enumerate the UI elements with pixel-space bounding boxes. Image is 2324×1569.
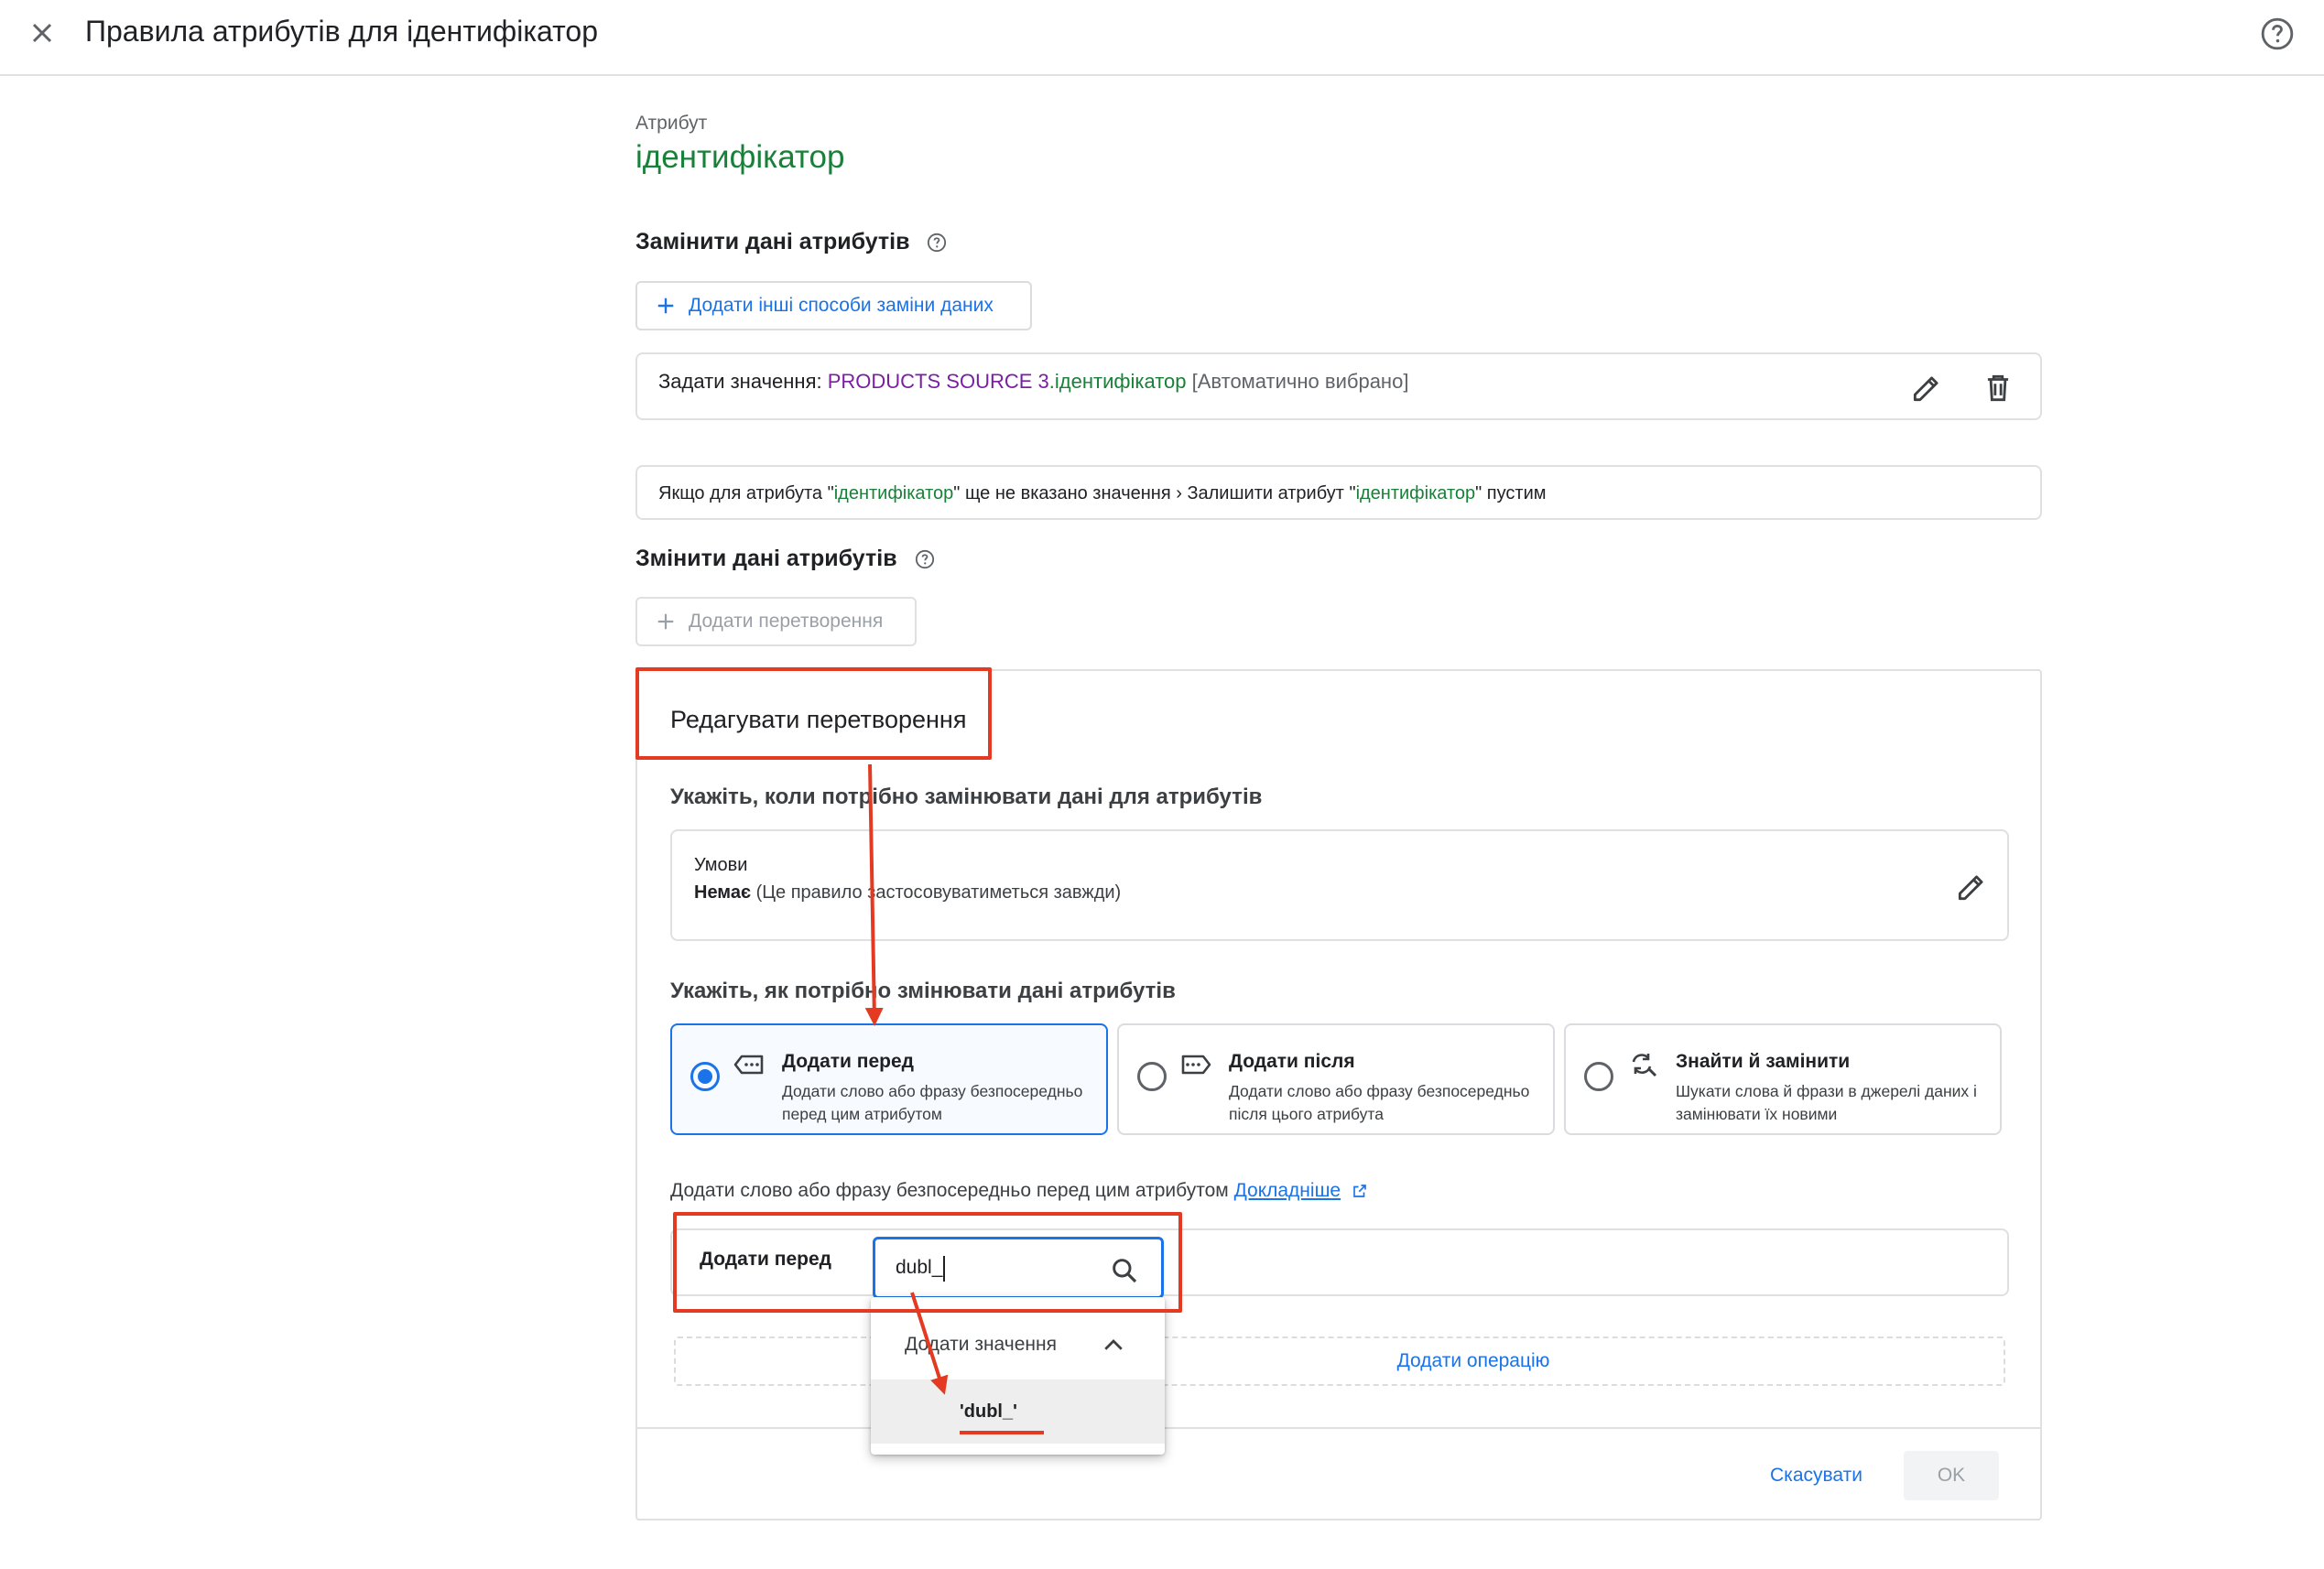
annotation-box-input	[673, 1212, 1182, 1313]
footer-divider	[637, 1427, 2040, 1429]
conditions-value-bold: Немає	[694, 882, 752, 903]
option-add-after-desc: Додати слово або фразу безпосередньо піс…	[1229, 1082, 1530, 1123]
fallback-p1: Якщо для атрибута "	[658, 483, 834, 503]
conditions-value-rest: (Це правило застосовуватиметься завжди)	[751, 882, 1122, 903]
edit-conditions-pencil-icon[interactable]	[1954, 870, 1989, 904]
help-icon[interactable]	[2260, 16, 2295, 51]
ok-label: OK	[1937, 1465, 1966, 1486]
dropdown-item[interactable]: 'dubl_'	[871, 1380, 1165, 1444]
external-link-icon[interactable]	[1352, 1183, 1368, 1199]
fallback-rule-text: Якщо для атрибута "ідентифікатор" ще не …	[658, 483, 1546, 504]
fallback-p3: " пустим	[1475, 483, 1547, 503]
ok-button[interactable]: OK	[1904, 1451, 1999, 1500]
tag-left-icon	[733, 1055, 764, 1075]
radio-find-replace[interactable]	[1584, 1062, 1613, 1091]
option-add-after-title: Додати після	[1229, 1051, 1355, 1072]
add-replace-method-label: Додати інші способи заміни даних	[689, 295, 994, 316]
conditions-value: Немає (Це правило застосовуватиметься за…	[694, 882, 1121, 904]
rule-field: ідентифікатор	[1054, 370, 1187, 393]
option-find-replace[interactable]: Знайти й замінити Шукати слова й фрази в…	[1564, 1023, 2002, 1135]
cancel-button[interactable]: Скасувати	[1770, 1465, 1862, 1487]
replace-section-title: Замінити дані атрибутів	[635, 229, 947, 255]
rule-suffix: [Автоматично вибрано]	[1186, 370, 1409, 393]
option-add-before-title: Додати перед	[782, 1051, 915, 1072]
add-replace-method-button[interactable]: Додати інші способи заміни даних	[635, 281, 1032, 330]
plus-icon	[657, 613, 674, 630]
fallback-attr2: ідентифікатор	[1355, 483, 1476, 503]
fallback-rule-card: Якщо для атрибута "ідентифікатор" ще не …	[635, 465, 2042, 520]
edit-transformation-panel: Редагувати перетворення Укажіть, коли по…	[635, 669, 2042, 1520]
replace-section-title-text: Замінити дані атрибутів	[635, 229, 910, 254]
delete-trash-icon[interactable]	[1981, 371, 2015, 406]
info-icon[interactable]	[915, 549, 935, 569]
conditions-label: Умови	[694, 855, 748, 875]
conditions-card[interactable]: Умови Немає (Це правило застосовуватимет…	[670, 829, 2009, 941]
replace-rule-text: Задати значення: PRODUCTS SOURCE 3.ідент…	[658, 370, 1408, 394]
hint-text: Додати слово або фразу безпосередньо пер…	[670, 1180, 1234, 1201]
learn-more-link[interactable]: Докладніше	[1234, 1180, 1341, 1201]
info-icon[interactable]	[927, 233, 947, 253]
add-operation-label: Додати операцію	[1396, 1350, 1550, 1371]
option-add-after[interactable]: Додати після Додати слово або фразу безп…	[1117, 1023, 1555, 1135]
attribute-label: Атрибут	[635, 113, 708, 134]
cancel-label: Скасувати	[1770, 1465, 1862, 1486]
modify-section-title-text: Змінити дані атрибутів	[635, 546, 897, 571]
when-title: Укажіть, коли потрібно замінювати дані д…	[670, 784, 1263, 809]
suggestion-dropdown: Додати значення 'dubl_'	[871, 1297, 1165, 1455]
fallback-p2: " ще не вказано значення › Залишити атри…	[953, 483, 1356, 503]
replace-rule-card: Задати значення: PRODUCTS SOURCE 3.ідент…	[635, 352, 2042, 420]
option-add-before-desc: Додати слово або фразу безпосередньо пер…	[782, 1082, 1083, 1123]
find-replace-icon	[1632, 1054, 1657, 1077]
add-transformation-label: Додати перетворення	[689, 611, 884, 632]
chevron-up-icon[interactable]	[1100, 1332, 1127, 1359]
rule-prefix: Задати значення:	[658, 370, 828, 393]
top-bar: Правила атрибутів для ідентифікатор	[0, 0, 2324, 76]
plus-icon	[657, 298, 674, 314]
radio-add-after[interactable]	[1137, 1062, 1167, 1091]
how-title: Укажіть, як потрібно змінювати дані атри…	[670, 979, 1176, 1003]
modify-section-title: Змінити дані атрибутів	[635, 546, 935, 572]
annotation-box-title	[635, 667, 992, 760]
option-add-before[interactable]: Додати перед Додати слово або фразу безп…	[670, 1023, 1108, 1135]
attribute-name: ідентифікатор	[635, 139, 845, 175]
add-before-hint: Додати слово або фразу безпосередньо пер…	[670, 1180, 1368, 1202]
rule-source: PRODUCTS SOURCE 3	[827, 370, 1049, 393]
tag-right-icon	[1181, 1055, 1211, 1075]
dropdown-item-label: 'dubl_'	[960, 1401, 1017, 1422]
add-transformation-button[interactable]: Додати перетворення	[635, 597, 917, 646]
dropdown-header[interactable]: Додати значення	[905, 1334, 1057, 1356]
page-title: Правила атрибутів для ідентифікатор	[85, 15, 598, 48]
fallback-attr1: ідентифікатор	[833, 483, 954, 503]
option-find-replace-title: Знайти й замінити	[1676, 1051, 1851, 1072]
option-find-replace-desc: Шукати слова й фрази в джерелі даних і з…	[1676, 1082, 1977, 1123]
edit-pencil-icon[interactable]	[1909, 371, 1944, 406]
radio-add-before[interactable]	[690, 1062, 720, 1091]
close-icon[interactable]	[26, 16, 59, 49]
